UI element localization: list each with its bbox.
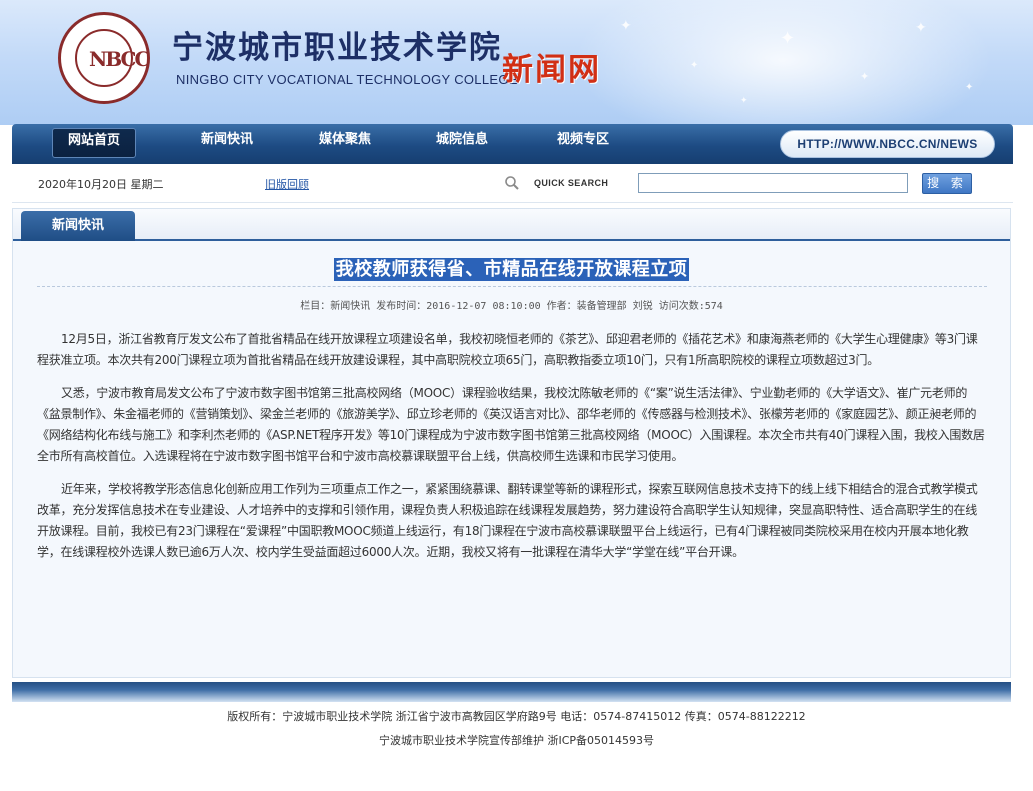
star-decoration: ✦ [690, 60, 699, 71]
site-banner: ✦ ✦ ✦ ✦ ✦ ✦ ✦ NBCC 宁波城市职业技术学院 NINGBO CIT… [0, 0, 1033, 125]
nav-home[interactable]: 网站首页 [52, 128, 136, 158]
current-date: 2020年10月20日 星期二 [38, 178, 164, 191]
old-version-link[interactable]: 旧版回顾 [265, 176, 309, 192]
star-decoration: ✦ [860, 70, 870, 83]
star-decoration: ✦ [740, 96, 748, 106]
footer-copyright: 版权所有：宁波城市职业技术学院 浙江省宁波市高教园区学府路9号 电话：0574-… [227, 710, 806, 723]
college-logo-inner: NBCC [75, 29, 150, 87]
footer-band [12, 682, 1011, 702]
main-navigation: 网站首页 新闻快讯 媒体聚焦 城院信息 视频专区 HTTP://WWW.NBCC… [12, 124, 1013, 164]
article-paragraph: 12月5日，浙江省教育厅发文公布了首批省精品在线开放课程立项建设名单，我校初晓恒… [37, 332, 978, 367]
tab-news-flash[interactable]: 新闻快讯 [21, 211, 135, 241]
title-divider [37, 286, 987, 287]
article-meta: 栏目：新闻快讯 发布时间：2016-12-07 08:10:00 作者：装备管理… [300, 301, 723, 312]
college-logo[interactable]: NBCC [58, 12, 150, 104]
college-name-cn: 宁波城市职业技术学院 [172, 30, 502, 66]
panel-tab-bar: 新闻快讯 [13, 209, 1010, 241]
article-paragraph: 近年来，学校将教学形态信息化创新应用工作列为三项重点工作之一，紧紧围绕慕课、翻转… [37, 482, 978, 559]
search-button[interactable]: 搜 索 [922, 173, 972, 194]
star-decoration: ✦ [915, 20, 927, 36]
star-decoration: ✦ [620, 18, 632, 34]
nav-news-flash[interactable]: 新闻快讯 [184, 128, 270, 158]
content-panel: 新闻快讯 我校教师获得省、市精品在线开放课程立项 栏目：新闻快讯 发布时间：20… [12, 208, 1011, 678]
article-title: 我校教师获得省、市精品在线开放课程立项 [333, 258, 690, 281]
site-url-badge[interactable]: HTTP://WWW.NBCC.CN/NEWS [780, 130, 995, 158]
site-name: 新闻网 [502, 52, 601, 88]
quick-search-label: QUICK SEARCH [534, 178, 609, 188]
article-title-wrap: 我校教师获得省、市精品在线开放课程立项 [13, 255, 1010, 281]
college-logo-mark: NBCC [89, 47, 150, 71]
star-decoration: ✦ [965, 82, 974, 93]
info-bar: 2020年10月20日 星期二 旧版回顾 QUICK SEARCH 搜 索 [12, 164, 1013, 203]
nav-video-zone[interactable]: 视频专区 [540, 128, 626, 158]
nav-college-info[interactable]: 城院信息 [419, 128, 505, 158]
nav-media-focus[interactable]: 媒体聚焦 [302, 128, 388, 158]
banner-glow [573, 0, 993, 125]
article-body: 12月5日，浙江省教育厅发文公布了首批省精品在线开放课程立项建设名单，我校初晓恒… [37, 329, 987, 575]
search-input[interactable] [638, 173, 908, 193]
college-name-en: NINGBO CITY VOCATIONAL TECHNOLOGY COLLEG… [176, 72, 518, 87]
article-paragraph: 又悉，宁波市教育局发文公布了宁波市数字图书馆第三批高校网络（MOOC）课程验收结… [37, 386, 985, 463]
star-decoration: ✦ [780, 28, 796, 49]
footer-icp: 宁波城市职业技术学院宣传部维护 浙ICP备05014593号 [378, 734, 655, 747]
search-icon [504, 175, 520, 191]
